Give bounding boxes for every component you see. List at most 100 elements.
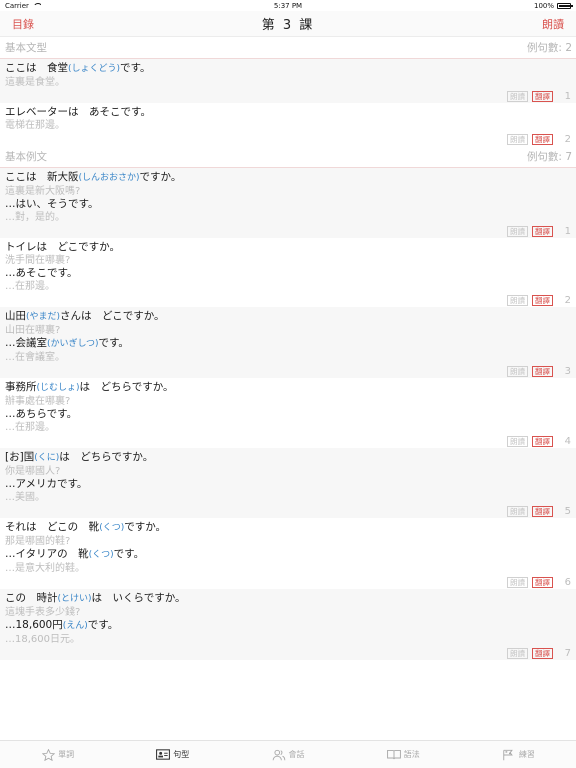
chinese-translation: …18,600日元。: [5, 634, 80, 645]
sentence-row[interactable]: この 時計(とけい)は いくらですか。 這塊手表多少錢? …18,600円(えん)で…: [0, 589, 576, 660]
translate-tag[interactable]: 翻譯: [532, 576, 553, 588]
japanese-sentence: …アメリカです。: [5, 478, 571, 491]
japanese-text: は どちらですか。: [79, 381, 174, 393]
translate-tag[interactable]: 翻譯: [532, 90, 553, 102]
read-aloud-tag[interactable]: 朗讀: [507, 365, 528, 377]
tab-label: 單詞: [58, 750, 75, 759]
chinese-translation: …美國。: [5, 492, 45, 503]
chinese-translation: …在會議室。: [5, 352, 65, 363]
read-aloud-tag[interactable]: 朗讀: [507, 505, 528, 517]
chinese-translation: 這裏是新大阪嗎?: [5, 186, 81, 197]
sentence-row[interactable]: ここは 食堂(しょくどう)です。 這裏是食堂。 朗讀 翻譯 1: [0, 59, 576, 103]
sentence-number: 1: [564, 225, 571, 237]
japanese-text: …あちらです。: [5, 408, 78, 420]
furigana-reading: (くに): [34, 453, 60, 463]
sentence-list[interactable]: 基本文型 例句數: 2 ここは 食堂(しょくどう)です。 這裏是食堂。 朗讀 翻譯 1 エレベ…: [0, 37, 576, 740]
nav-bar: 目錄 第 3 課 朗讀: [0, 11, 576, 37]
sentence-row[interactable]: エレベーターは あそこです。 電梯在那邊。 朗讀 翻譯 2: [0, 103, 576, 146]
furigana-reading: (くつ): [88, 550, 114, 560]
japanese-text: [お]国: [5, 451, 35, 463]
japanese-sentence: トイレは どこですか。: [5, 241, 571, 254]
sentence-number: 2: [564, 294, 571, 306]
chinese-translation: 山田在哪裏?: [5, 325, 61, 336]
sentence-row[interactable]: ここは 新大阪(しんおおさか)ですか。 這裏是新大阪嗎? …はい、そうです。 …對，是…: [0, 168, 576, 238]
row-actions: 朗讀 翻譯 3: [5, 364, 571, 378]
japanese-text: さんは どこですか。: [60, 310, 165, 322]
read-aloud-tag[interactable]: 朗讀: [507, 647, 528, 659]
row-actions: 朗讀 翻譯 1: [5, 224, 571, 238]
sentence-number: 3: [564, 365, 571, 377]
read-aloud-tag[interactable]: 朗讀: [507, 576, 528, 588]
japanese-sentence: それは どこの 靴(くつ)ですか。: [5, 521, 571, 535]
japanese-text: です。: [113, 548, 145, 560]
row-actions: 朗讀 翻譯 2: [5, 293, 571, 307]
sentence-row[interactable]: 事務所(じむしょ)は どちらですか。 辦事處在哪裏? …あちらです。 …在那邊。 朗讀翻…: [0, 378, 576, 448]
japanese-sentence: …はい、そうです。: [5, 198, 571, 211]
tab-label: 語法: [403, 750, 420, 759]
read-aloud-tag[interactable]: 朗讀: [507, 90, 528, 102]
sentence-row[interactable]: それは どこの 靴(くつ)ですか。 那是哪國的鞋? …イタリアの 靴(くつ)です。……: [0, 518, 576, 589]
japanese-text: です。: [87, 619, 119, 631]
japanese-text: この 時計: [5, 592, 58, 604]
japanese-sentence: エレベーターは あそこです。: [5, 106, 571, 119]
chinese-translation: 你是哪國人?: [5, 466, 61, 477]
tab-id-card[interactable]: 句型: [115, 741, 230, 768]
japanese-sentence: 事務所(じむしょ)は どちらですか。: [5, 381, 571, 395]
section-header: 基本文型 例句數: 2: [0, 37, 576, 59]
row-actions: 朗讀 翻譯 7: [5, 646, 571, 660]
sentence-count: 例句數: 2: [526, 42, 572, 54]
carrier-label: Carrier: [5, 1, 29, 10]
japanese-text: …18,600円: [5, 619, 63, 631]
sentence-number: 6: [564, 576, 571, 588]
battery-fill: [559, 4, 570, 7]
chinese-translation: …在那邊。: [5, 422, 55, 433]
wifi-icon: [32, 2, 41, 9]
row-actions: 朗讀 翻譯 1: [5, 89, 571, 103]
sentence-row[interactable]: トイレは どこですか。 洗手間在哪裏? …あそこです。 …在那邊。 朗讀 翻譯 2: [0, 238, 576, 307]
read-aloud-tag[interactable]: 朗讀: [507, 294, 528, 306]
japanese-text: トイレは どこですか。: [5, 241, 120, 253]
read-aloud-button[interactable]: 朗讀: [542, 16, 564, 32]
japanese-sentence: この 時計(とけい)は いくらですか。: [5, 592, 571, 606]
sentence-row[interactable]: 山田(やまだ)さんは どこですか。 山田在哪裏? …会議室(かいぎしつ)です。 …在會…: [0, 307, 576, 378]
chinese-translation: 這裏是食堂。: [5, 77, 65, 88]
translate-tag[interactable]: 翻譯: [532, 365, 553, 377]
translate-tag[interactable]: 翻譯: [532, 647, 553, 659]
japanese-text: です。: [98, 337, 129, 349]
sentence-number: 2: [564, 133, 571, 145]
read-aloud-tag[interactable]: 朗讀: [507, 225, 528, 237]
japanese-text: 山田: [5, 310, 26, 322]
tab-label: 練習: [518, 750, 535, 759]
furigana-reading: (くつ): [99, 523, 125, 533]
translate-tag[interactable]: 翻譯: [532, 133, 553, 145]
row-actions: 朗讀 翻譯 2: [5, 132, 571, 146]
sentence-row[interactable]: [お]国(くに)は どちらですか。 你是哪國人? …アメリカです。 …美國。 朗讀 翻譯 5: [0, 448, 576, 518]
japanese-text: は いくらですか。: [91, 592, 186, 604]
status-right: 100%: [533, 1, 573, 10]
sentence-number: 1: [564, 90, 571, 102]
back-button[interactable]: 目錄: [12, 16, 34, 32]
translate-tag[interactable]: 翻譯: [532, 435, 553, 447]
star-icon: [41, 748, 55, 761]
section-title: 基本例文: [5, 151, 47, 163]
read-aloud-tag[interactable]: 朗讀: [507, 133, 528, 145]
japanese-text: 事務所: [5, 381, 37, 393]
japanese-text: …イタリアの 靴: [5, 548, 89, 560]
battery-percent: 100%: [533, 1, 554, 10]
japanese-text: です。: [120, 62, 151, 74]
translate-tag[interactable]: 翻譯: [532, 225, 553, 237]
tab-flag[interactable]: 練習: [461, 741, 576, 768]
translate-tag[interactable]: 翻譯: [532, 505, 553, 517]
people-icon: [272, 749, 286, 761]
translate-tag[interactable]: 翻譯: [532, 294, 553, 306]
tab-people[interactable]: 會話: [230, 741, 345, 768]
read-aloud-tag[interactable]: 朗讀: [507, 435, 528, 447]
tab-star[interactable]: 單詞: [0, 741, 115, 768]
tab-book[interactable]: 語法: [346, 741, 461, 768]
status-bar: Carrier 5:37 PM 100%: [0, 0, 576, 11]
furigana-reading: (やまだ): [26, 312, 61, 322]
furigana-reading: (えん): [62, 621, 88, 631]
japanese-sentence: [お]国(くに)は どちらですか。: [5, 451, 571, 465]
japanese-sentence: …あちらです。: [5, 408, 571, 421]
japanese-text: エレベーターは あそこです。: [5, 106, 151, 118]
